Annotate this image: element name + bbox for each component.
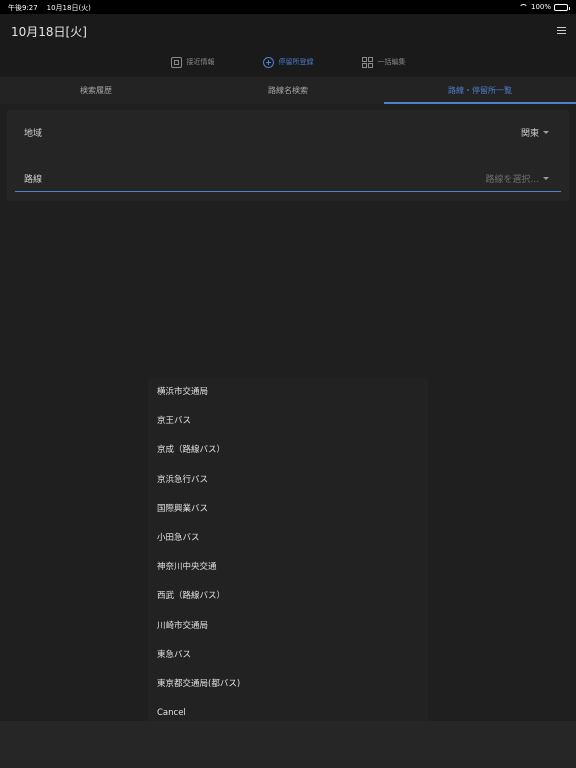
caret-down-icon <box>543 131 549 134</box>
segment-stop-register[interactable]: 停留所登録 <box>262 56 314 68</box>
battery-percent: 100% <box>530 3 551 11</box>
route-operator-picker: 横浜市交通局 京王バス 京成（路線バス） 京浜急行バス 国際興業バス 小田急バス… <box>148 378 428 721</box>
segment-label: 接近情報 <box>186 58 215 66</box>
battery-icon <box>554 3 570 11</box>
caret-down-icon <box>543 177 549 180</box>
picker-option[interactable]: 国際興業バス <box>148 495 428 524</box>
picker-option[interactable]: 京浜急行バス <box>148 466 428 495</box>
region-select[interactable]: 地域 関東 <box>15 110 561 146</box>
cancel-button[interactable]: Cancel <box>148 699 428 721</box>
picker-option[interactable]: 京成（路線バス） <box>148 436 428 465</box>
grid-icon <box>361 56 373 68</box>
picker-option[interactable]: 小田急バス <box>148 524 428 553</box>
picker-option[interactable]: 西武（路線バス） <box>148 582 428 611</box>
route-form: 地域 関東 路線 路線を選択... <box>7 110 569 201</box>
add-circle-icon <box>262 56 274 68</box>
picker-option[interactable]: 横浜市交通局 <box>148 378 428 407</box>
tab-route-name-search[interactable]: 路線名検索 <box>192 77 384 104</box>
segment-label: 一括編集 <box>377 58 406 66</box>
picker-option[interactable]: 神奈川中央交通 <box>148 553 428 582</box>
route-placeholder: 路線を選択... <box>485 175 539 185</box>
segment-bulk-edit[interactable]: 一括編集 <box>361 56 406 68</box>
route-label: 路線 <box>24 175 43 185</box>
status-date: 10月18日(火) <box>46 4 91 12</box>
region-value: 関東 <box>520 129 539 139</box>
picker-option[interactable]: 東急バス <box>148 641 428 670</box>
picker-option[interactable]: 京王バス <box>148 407 428 436</box>
wifi-icon <box>518 4 528 10</box>
bottom-bar <box>0 721 576 768</box>
status-bar: 午後9:27 10月18日(火) 100% <box>0 0 576 14</box>
picker-option[interactable]: 川崎市交通局 <box>148 612 428 641</box>
status-time: 午後9:27 <box>8 4 38 12</box>
hamburger-icon[interactable] <box>557 27 566 34</box>
tab-search-history[interactable]: 検索履歴 <box>0 77 192 104</box>
page-title: 10月18日[火] <box>11 25 87 39</box>
app-header: 10月18日[火] <box>0 14 576 48</box>
search-tabs: 検索履歴 路線名検索 路線・停留所一覧 <box>0 77 576 104</box>
segment-label: 停留所登録 <box>278 58 314 66</box>
bus-stop-icon <box>170 56 182 68</box>
region-label: 地域 <box>24 129 43 139</box>
picker-option[interactable]: 東京都交通局(都バス) <box>148 670 428 699</box>
mode-segment-bar: 接近情報 停留所登録 一括編集 <box>0 48 576 76</box>
segment-approach-info[interactable]: 接近情報 <box>170 56 215 68</box>
route-select[interactable]: 路線 路線を選択... <box>15 156 561 192</box>
tab-route-stop-list[interactable]: 路線・停留所一覧 <box>384 77 576 104</box>
